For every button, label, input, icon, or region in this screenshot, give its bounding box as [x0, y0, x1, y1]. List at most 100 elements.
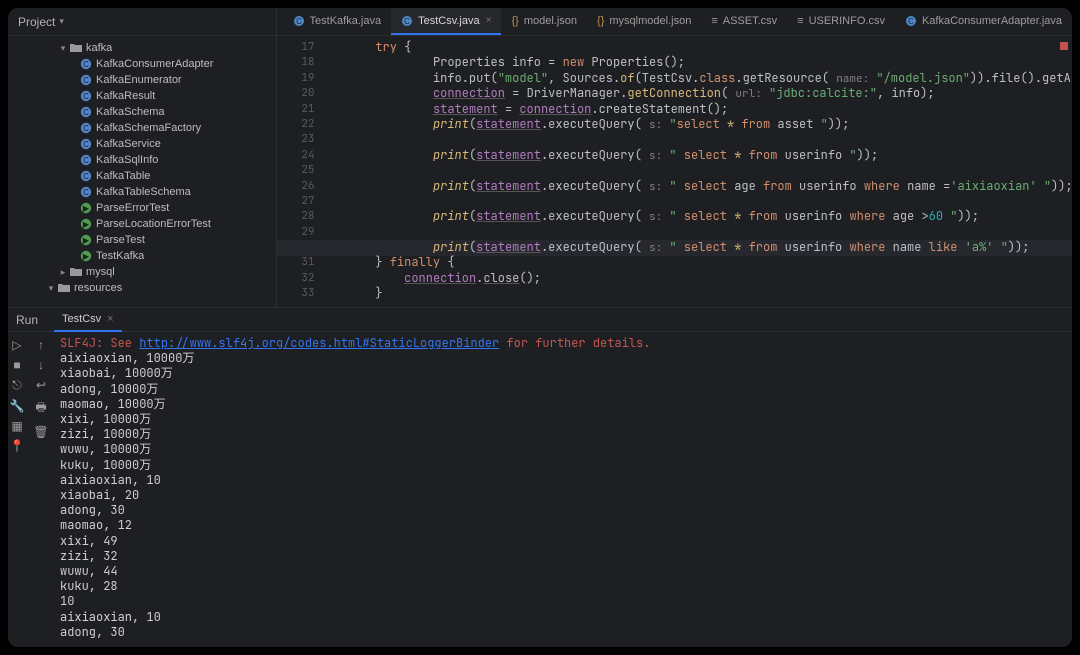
layout-icon[interactable]: ▦: [11, 419, 22, 433]
tree-folder-kafka[interactable]: ▾kafka: [8, 40, 276, 56]
tree-item[interactable]: CKafkaTableSchema: [8, 184, 276, 200]
line-number[interactable]: 18: [277, 55, 315, 70]
line-number[interactable]: 31: [277, 255, 315, 270]
svg-text:C: C: [83, 92, 89, 101]
class-icon: C: [80, 122, 92, 134]
line-number[interactable]: 17: [277, 40, 315, 55]
editor-tab[interactable]: ≡USERINFO.csv: [787, 8, 895, 35]
run-tab-testcsv[interactable]: TestCsv ×: [54, 308, 122, 332]
svg-text:▶: ▶: [83, 252, 90, 261]
tree-item[interactable]: CKafkaSchema: [8, 104, 276, 120]
chevron-down-icon: ▾: [59, 16, 64, 27]
line-number[interactable]: 24: [277, 148, 315, 163]
json-file-icon: {}: [597, 15, 604, 27]
up-icon[interactable]: ↑: [38, 338, 44, 352]
svg-text:C: C: [83, 76, 89, 85]
rerun-icon[interactable]: ▷: [12, 338, 21, 352]
run-toolbar: ▷ ■ ⎋ 🔧 ▦ 📍 ↑ ↓ ↩ 🖶 🗑: [8, 332, 50, 647]
slf4j-link[interactable]: http://www.slf4j.org/codes.html#StaticLo…: [139, 335, 499, 351]
line-number[interactable]: 28: [277, 209, 315, 224]
run-body: ▷ ■ ⎋ 🔧 ▦ 📍 ↑ ↓ ↩ 🖶 🗑 SLF4J: See http://…: [8, 332, 1072, 647]
line-number[interactable]: 20: [277, 86, 315, 101]
print-icon[interactable]: 🖶: [35, 398, 46, 419]
line-number[interactable]: 33: [277, 286, 315, 301]
tree-item[interactable]: CKafkaEnumerator: [8, 72, 276, 88]
trash-icon[interactable]: 🗑: [33, 425, 48, 439]
java-file-icon: C: [293, 15, 305, 27]
run-label[interactable]: Run: [16, 313, 38, 327]
editor-gutter: 1718192021222324252627282930💡313233: [277, 40, 333, 302]
svg-text:C: C: [296, 17, 302, 26]
project-header[interactable]: Project ▾: [8, 8, 276, 36]
svg-text:C: C: [83, 172, 89, 181]
tree-item[interactable]: CKafkaTable: [8, 168, 276, 184]
project-label: Project: [18, 15, 55, 29]
line-number[interactable]: 32: [277, 271, 315, 286]
tree-item[interactable]: CKafkaService: [8, 136, 276, 152]
tree-item[interactable]: ▶ParseErrorTest: [8, 200, 276, 216]
close-icon[interactable]: ×: [107, 313, 113, 325]
json-file-icon: {}: [511, 15, 518, 27]
svg-text:C: C: [83, 60, 89, 69]
run-class-icon: ▶: [80, 234, 92, 246]
svg-text:C: C: [908, 17, 914, 26]
svg-text:C: C: [83, 124, 89, 133]
down-icon[interactable]: ↓: [38, 358, 44, 372]
line-number[interactable]: 25: [277, 163, 315, 178]
tree-folder-resources[interactable]: ▾resources: [8, 280, 276, 296]
svg-text:C: C: [83, 108, 89, 117]
run-console[interactable]: SLF4J: See http://www.slf4j.org/codes.ht…: [50, 332, 1072, 647]
tree-item[interactable]: CKafkaSqlInfo: [8, 152, 276, 168]
run-header: Run TestCsv ×: [8, 308, 1072, 332]
class-icon: C: [80, 138, 92, 150]
line-number[interactable]: 19: [277, 71, 315, 86]
class-icon: C: [80, 58, 92, 70]
project-sidebar: Project ▾ ▾kafkaCKafkaConsumerAdapterCKa…: [8, 8, 277, 307]
tree-folder-mysql[interactable]: ▸mysql: [8, 264, 276, 280]
editor-tab[interactable]: CTestCsv.java×: [391, 8, 501, 35]
ide-window: Project ▾ ▾kafkaCKafkaConsumerAdapterCKa…: [8, 8, 1072, 647]
pin-icon[interactable]: 📍: [10, 439, 25, 453]
editor-tabstrip: CTestKafka.javaCTestCsv.java×{}model.jso…: [277, 8, 1072, 36]
line-number[interactable]: 27: [277, 194, 315, 209]
tree-item[interactable]: ▶TestKafka: [8, 248, 276, 264]
line-number[interactable]: 29: [277, 225, 315, 240]
svg-text:C: C: [404, 17, 410, 26]
editor-tab[interactable]: CKafkaConsumerAdapter.java: [895, 8, 1072, 35]
class-icon: C: [80, 90, 92, 102]
editor-tab[interactable]: {}model.json: [501, 8, 587, 35]
java-file-icon: C: [401, 15, 413, 27]
line-number[interactable]: 23: [277, 132, 315, 147]
stop-icon[interactable]: ■: [13, 358, 20, 372]
error-stripe-mark[interactable]: [1060, 42, 1068, 50]
tree-item[interactable]: CKafkaConsumerAdapter: [8, 56, 276, 72]
folder-icon: [70, 43, 82, 53]
svg-text:C: C: [83, 156, 89, 165]
svg-text:▶: ▶: [83, 236, 90, 245]
run-class-icon: ▶: [80, 218, 92, 230]
class-icon: C: [80, 106, 92, 118]
code-editor[interactable]: 1718192021222324252627282930💡313233 try …: [277, 36, 1072, 307]
settings-icon[interactable]: 🔧: [10, 399, 25, 413]
editor-tab[interactable]: CTestKafka.java: [283, 8, 392, 35]
tree-item[interactable]: CKafkaResult: [8, 88, 276, 104]
close-icon[interactable]: ×: [486, 15, 492, 26]
code-area[interactable]: try { Properties info = new Properties()…: [347, 40, 1042, 302]
exit-icon[interactable]: ⎋: [12, 378, 22, 393]
line-number[interactable]: 21: [277, 102, 315, 117]
tree-item[interactable]: ▶ParseLocationErrorTest: [8, 216, 276, 232]
svg-text:C: C: [83, 140, 89, 149]
svg-text:▶: ▶: [83, 204, 90, 213]
svg-text:▶: ▶: [83, 220, 90, 229]
csv-file-icon: ≡: [711, 15, 717, 27]
run-class-icon: ▶: [80, 202, 92, 214]
editor-column: CTestKafka.javaCTestCsv.java×{}model.jso…: [277, 8, 1072, 307]
editor-tab[interactable]: ≡ASSET.csv: [701, 8, 787, 35]
line-number[interactable]: 26: [277, 179, 315, 194]
editor-tab[interactable]: {}mysqlmodel.json: [587, 8, 701, 35]
tree-item[interactable]: ▶ParseTest: [8, 232, 276, 248]
folder-icon: [58, 283, 70, 293]
line-number[interactable]: 22: [277, 117, 315, 132]
softwrap-icon[interactable]: ↩: [36, 378, 46, 392]
tree-item[interactable]: CKafkaSchemaFactory: [8, 120, 276, 136]
